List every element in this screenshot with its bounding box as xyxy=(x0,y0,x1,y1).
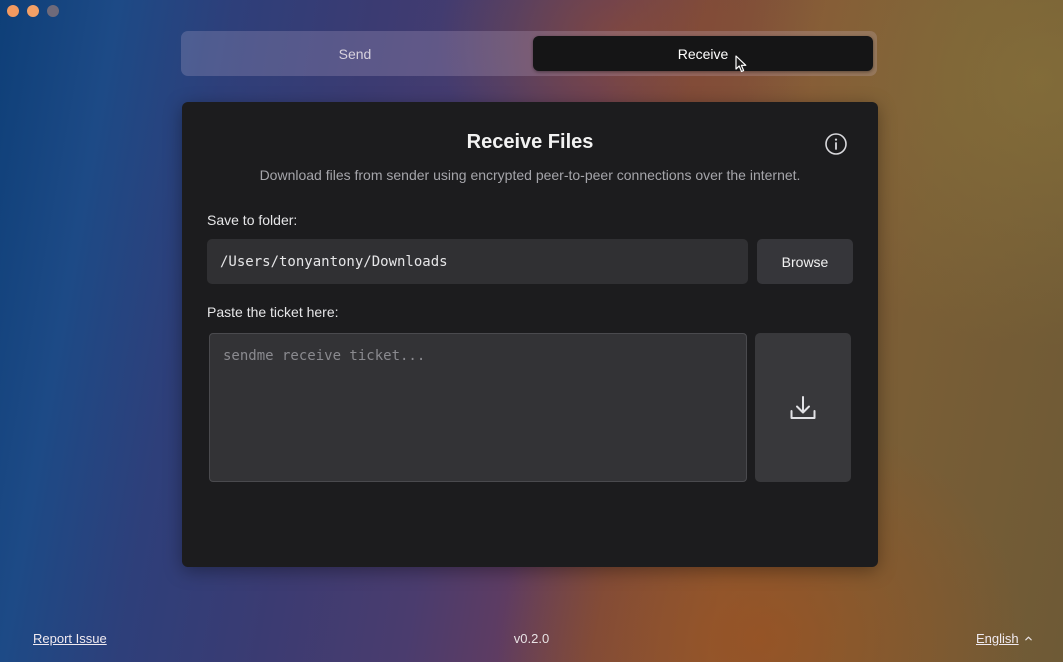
window-controls xyxy=(7,5,59,17)
receive-card: Receive Files Download files from sender… xyxy=(182,102,878,567)
zoom-window-button[interactable] xyxy=(47,5,59,17)
page-description: Download files from sender using encrypt… xyxy=(259,167,801,183)
browse-button[interactable]: Browse xyxy=(757,239,853,284)
language-selector[interactable]: English xyxy=(976,631,1033,646)
minimize-window-button[interactable] xyxy=(27,5,39,17)
page-title: Receive Files xyxy=(466,131,594,153)
language-label: English xyxy=(976,631,1019,646)
tab-receive[interactable]: Receive xyxy=(533,36,873,71)
save-folder-label: Save to folder: xyxy=(207,212,298,228)
close-window-button[interactable] xyxy=(7,5,19,17)
app-window: Send Receive Receive Files Download file… xyxy=(0,0,1063,662)
info-icon[interactable] xyxy=(824,132,848,156)
download-icon xyxy=(790,395,816,419)
chevron-up-icon xyxy=(1024,636,1032,641)
version-label: v0.2.0 xyxy=(513,631,550,646)
download-button[interactable] xyxy=(755,333,851,482)
save-folder-path-field[interactable]: /Users/tonyantony/Downloads xyxy=(207,239,748,284)
tab-send[interactable]: Send xyxy=(181,31,529,76)
mode-tabs: Send Receive xyxy=(181,31,877,76)
mouse-cursor-icon xyxy=(735,55,747,73)
ticket-label: Paste the ticket here: xyxy=(207,304,339,320)
ticket-input[interactable] xyxy=(209,333,747,482)
